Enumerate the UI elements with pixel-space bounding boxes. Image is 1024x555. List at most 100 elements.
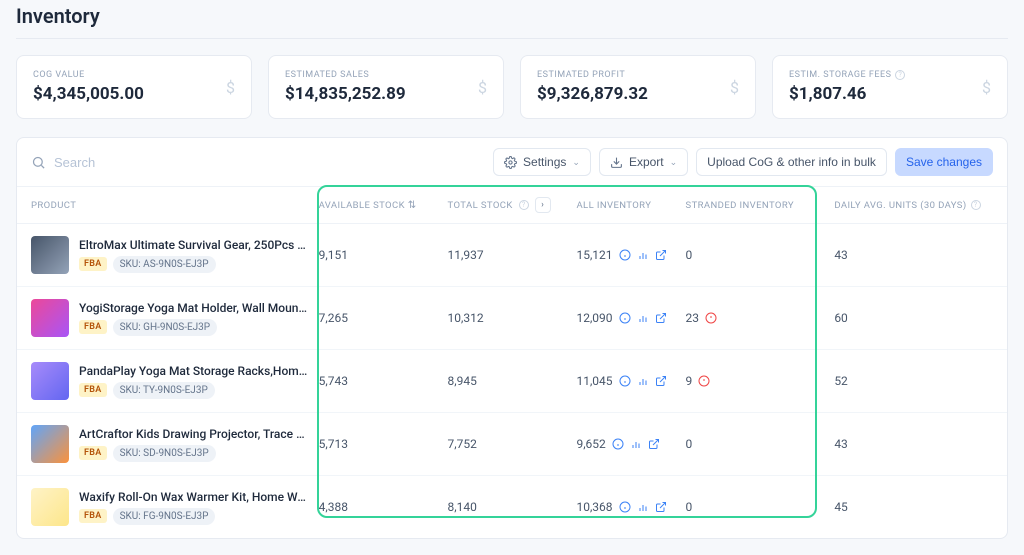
product-cell: YogiStorage Yoga Mat Holder, Wall Mount … (31, 299, 319, 337)
chevron-down-icon: ⌄ (572, 157, 580, 168)
col-stranded[interactable]: STRANDED INVENTORY (686, 200, 835, 211)
all-inventory-value: 10,368 (576, 500, 685, 514)
info-icon[interactable] (619, 312, 631, 324)
sku-badge: SKU: AS-9N0S-EJ3P (113, 256, 216, 273)
col-total[interactable]: TOTAL STOCK ? › (448, 197, 577, 213)
daily-avg-value: 43 (834, 437, 993, 451)
export-button[interactable]: Export ⌄ (599, 148, 688, 176)
stat-card-cog: COG VALUE $4,345,005.00 $ (16, 55, 252, 119)
warning-icon[interactable] (705, 312, 717, 324)
upload-label: Upload CoG & other info in bulk (707, 155, 876, 169)
stranded-inventory-value: 9 (686, 374, 835, 388)
stat-label: ESTIMATED SALES (285, 70, 406, 80)
all-inventory-value: 11,045 (576, 374, 685, 388)
col-available[interactable]: AVAILABLE STOCK ⇅ (319, 200, 448, 211)
chart-icon[interactable] (637, 375, 649, 387)
stat-card-fees: ESTIM. STORAGE FEES ? $1,807.46 $ (772, 55, 1008, 119)
table-header: PRODUCT AVAILABLE STOCK ⇅ TOTAL STOCK ? … (17, 186, 1007, 224)
available-stock-value: 5,713 (319, 437, 448, 451)
available-stock-value: 5,743 (319, 374, 448, 388)
stat-value: $9,326,879.32 (537, 84, 648, 104)
product-cell: Waxify Roll-On Wax Warmer Kit, Home Wa..… (31, 488, 319, 526)
product-name: EltroMax Ultimate Survival Gear, 250Pcs … (79, 238, 309, 252)
total-stock-value: 10,312 (448, 311, 577, 325)
daily-avg-value: 52 (834, 374, 993, 388)
col-all-inventory[interactable]: ALL INVENTORY (576, 200, 685, 211)
external-link-icon[interactable] (655, 312, 667, 324)
info-icon[interactable] (612, 438, 624, 450)
all-inventory-value: 12,090 (576, 311, 685, 325)
stat-label: ESTIM. STORAGE FEES ? (789, 70, 905, 80)
fba-badge: FBA (79, 509, 107, 523)
expand-button[interactable]: › (535, 197, 551, 213)
settings-label: Settings (523, 155, 566, 169)
chart-icon[interactable] (637, 501, 649, 513)
fba-badge: FBA (79, 383, 107, 397)
all-inventory-value: 9,652 (576, 437, 685, 451)
search-input[interactable] (54, 155, 274, 170)
available-stock-value: 7,265 (319, 311, 448, 325)
info-icon[interactable] (619, 249, 631, 261)
page-title: Inventory (16, 4, 1008, 28)
product-thumbnail (31, 425, 69, 463)
external-link-icon[interactable] (648, 438, 660, 450)
search-icon (31, 155, 46, 170)
daily-avg-value: 43 (834, 248, 993, 262)
dollar-icon: $ (982, 78, 991, 97)
stats-row: COG VALUE $4,345,005.00 $ ESTIMATED SALE… (16, 55, 1008, 119)
dollar-icon: $ (478, 78, 487, 97)
dollar-icon: $ (730, 78, 739, 97)
search-wrapper[interactable] (31, 155, 274, 170)
info-icon: ? (519, 200, 529, 210)
chart-icon[interactable] (630, 438, 642, 450)
chart-icon[interactable] (637, 312, 649, 324)
all-inventory-value: 15,121 (576, 248, 685, 262)
chart-icon[interactable] (637, 249, 649, 261)
info-icon: ? (971, 200, 981, 210)
product-thumbnail (31, 236, 69, 274)
sku-badge: SKU: SD-9N0S-EJ3P (113, 445, 216, 462)
table-row[interactable]: PandaPlay Yoga Mat Storage Racks,Home ..… (17, 350, 1007, 413)
external-link-icon[interactable] (655, 249, 667, 261)
product-cell: PandaPlay Yoga Mat Storage Racks,Home ..… (31, 362, 319, 400)
save-button[interactable]: Save changes (895, 148, 993, 176)
external-link-icon[interactable] (655, 501, 667, 513)
product-thumbnail (31, 299, 69, 337)
chevron-down-icon: ⌄ (670, 157, 678, 168)
sku-badge: SKU: FG-9N0S-EJ3P (113, 508, 216, 525)
settings-button[interactable]: Settings ⌄ (493, 148, 591, 176)
daily-avg-value: 45 (834, 500, 993, 514)
table-row[interactable]: ArtCraftor Kids Drawing Projector, Trace… (17, 413, 1007, 476)
product-cell: EltroMax Ultimate Survival Gear, 250Pcs … (31, 236, 319, 274)
table-body: EltroMax Ultimate Survival Gear, 250Pcs … (17, 224, 1007, 538)
warning-icon[interactable] (698, 375, 710, 387)
gear-icon (504, 156, 517, 169)
stat-value: $14,835,252.89 (285, 84, 406, 104)
info-icon[interactable] (619, 501, 631, 513)
sort-icon: ⇅ (408, 200, 417, 211)
sku-badge: SKU: TY-9N0S-EJ3P (113, 382, 215, 399)
toolbar: Settings ⌄ Export ⌄ Upload CoG & other i… (17, 138, 1007, 186)
table-row[interactable]: EltroMax Ultimate Survival Gear, 250Pcs … (17, 224, 1007, 287)
inventory-panel: Settings ⌄ Export ⌄ Upload CoG & other i… (16, 137, 1008, 539)
info-icon[interactable] (619, 375, 631, 387)
stranded-inventory-value: 0 (686, 437, 835, 451)
stranded-inventory-value: 0 (686, 500, 835, 514)
table-row[interactable]: Waxify Roll-On Wax Warmer Kit, Home Wa..… (17, 476, 1007, 538)
col-daily-avg[interactable]: DAILY AVG. UNITS (30 DAYS) ? (834, 200, 993, 211)
dollar-icon: $ (226, 78, 235, 97)
upload-button[interactable]: Upload CoG & other info in bulk (696, 148, 887, 176)
product-name: PandaPlay Yoga Mat Storage Racks,Home ..… (79, 364, 309, 378)
product-name: Waxify Roll-On Wax Warmer Kit, Home Wa..… (79, 490, 309, 504)
export-label: Export (629, 155, 664, 169)
total-stock-value: 8,140 (448, 500, 577, 514)
fba-badge: FBA (79, 257, 107, 271)
stranded-inventory-value: 0 (686, 248, 835, 262)
available-stock-value: 4,388 (319, 500, 448, 514)
table-row[interactable]: YogiStorage Yoga Mat Holder, Wall Mount … (17, 287, 1007, 350)
col-product[interactable]: PRODUCT (31, 200, 319, 211)
external-link-icon[interactable] (655, 375, 667, 387)
stat-value: $4,345,005.00 (33, 84, 144, 104)
fba-badge: FBA (79, 320, 107, 334)
product-thumbnail (31, 488, 69, 526)
